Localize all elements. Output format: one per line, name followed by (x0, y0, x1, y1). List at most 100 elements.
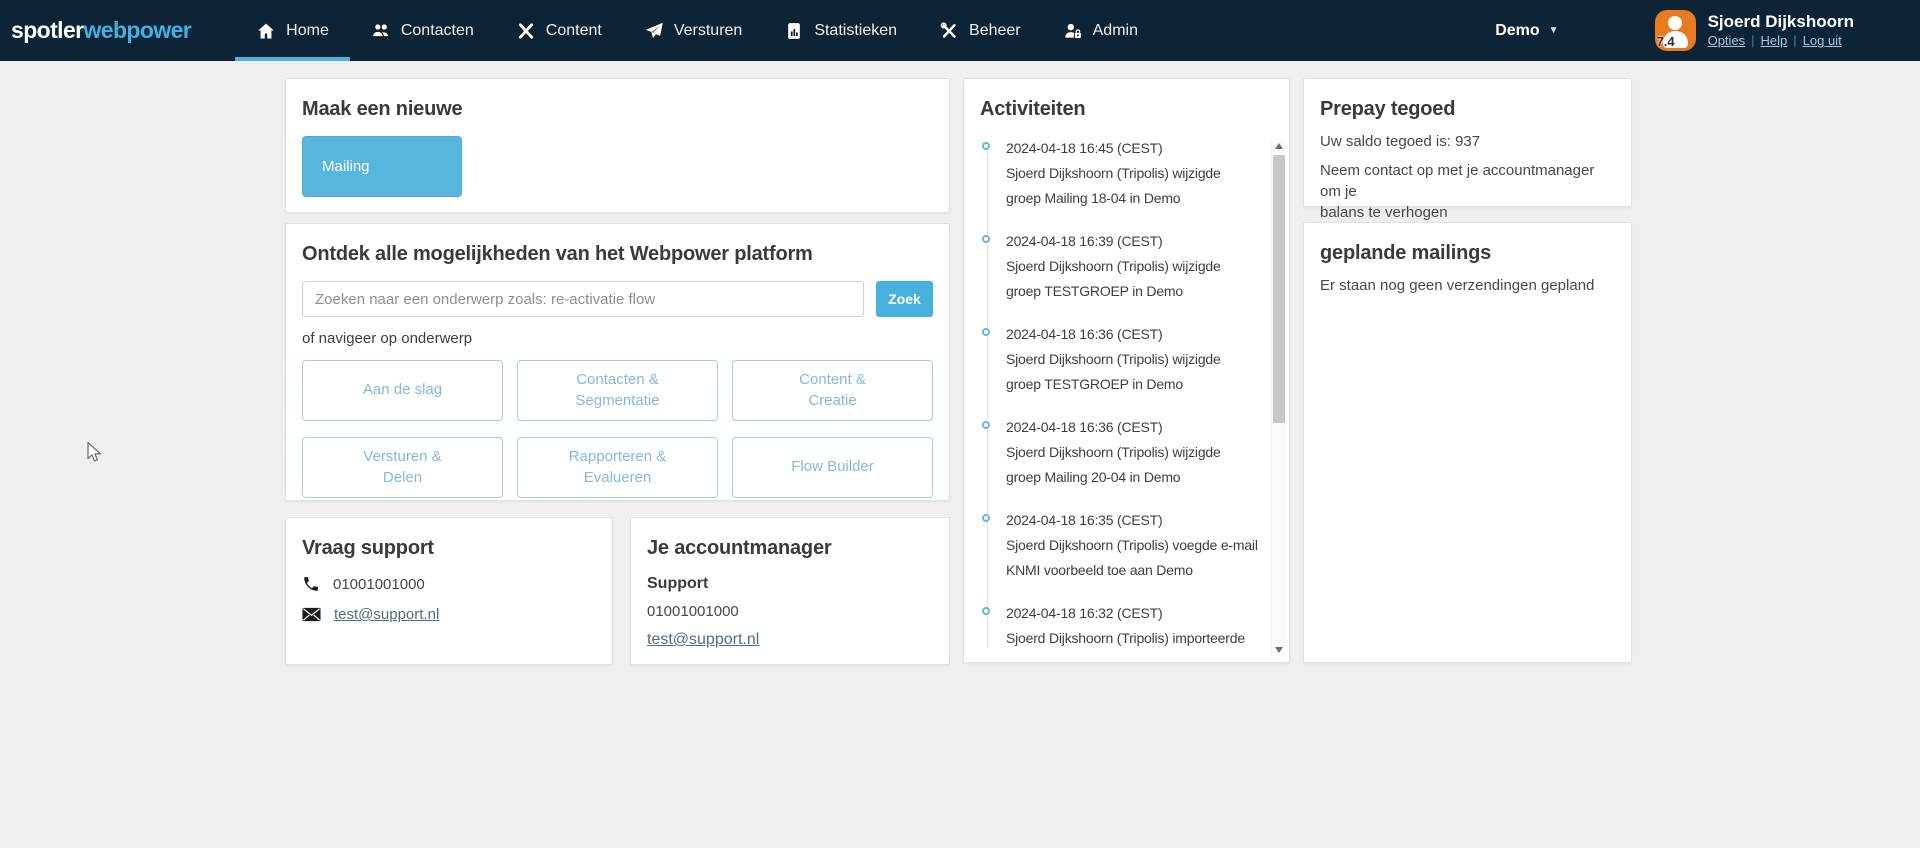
support-row: Vraag support 01001001000 test@support.n… (285, 517, 950, 665)
timeline-bullet-icon (982, 607, 990, 615)
topic-flow-builder[interactable]: Flow Builder (732, 437, 933, 498)
link-separator: | (1793, 33, 1796, 48)
activities-list: 2024-04-18 16:45 (CEST) Sjoerd Dijkshoor… (982, 136, 1281, 648)
user-meta: Sjoerd Dijkshoorn Opties | Help | Log ui… (1708, 10, 1854, 48)
user-name: Sjoerd Dijkshoorn (1708, 12, 1854, 31)
workspace-selector[interactable]: Demo ▼ (1495, 22, 1558, 40)
nav-item-home[interactable]: Home (235, 0, 350, 61)
help-link[interactable]: Help (1761, 33, 1788, 48)
activity-timestamp: 2024-04-18 16:36 (CEST) (1006, 415, 1281, 440)
scroll-down-arrow-icon[interactable] (1275, 647, 1283, 653)
logo-spotler: spotler (11, 17, 83, 43)
topic-aan-de-slag[interactable]: Aan de slag (302, 360, 503, 421)
topic-rapporteren-evalueren[interactable]: Rapporteren & Evalueren (517, 437, 718, 498)
link-separator: | (1751, 33, 1754, 48)
top-navbar: spotlerwebpower Home Contacten Content V… (0, 0, 1920, 61)
avatar-person-icon (1668, 16, 1682, 30)
prepay-card: Prepay tegoed Uw saldo tegoed is: 937 Ne… (1303, 78, 1632, 207)
planned-mailings-empty-text: Er staan nog geen verzendingen gepland (1320, 277, 1615, 294)
activity-item: 2024-04-18 16:36 (CEST) Sjoerd Dijkshoor… (982, 322, 1281, 397)
logout-link[interactable]: Log uit (1803, 33, 1842, 48)
accountmanager-email-link[interactable]: test@support.nl (647, 631, 759, 648)
nav-item-contacten[interactable]: Contacten (350, 0, 495, 61)
nav-item-admin[interactable]: Admin (1042, 0, 1159, 61)
statistics-icon (784, 21, 804, 41)
topic-versturen-delen[interactable]: Versturen & Delen (302, 437, 503, 498)
topic-content-creatie[interactable]: Content & Creatie (732, 360, 933, 421)
nav-item-label: Statistieken (814, 22, 897, 40)
nav-item-statistieken[interactable]: Statistieken (763, 0, 918, 61)
new-mailing-button[interactable]: Mailing (302, 136, 462, 197)
discover-title: Ontdek alle mogelijkheden van het Webpow… (302, 243, 933, 266)
workspace-label: Demo (1495, 22, 1539, 40)
accountmanager-title: Je accountmanager (647, 537, 933, 560)
activity-timestamp: 2024-04-18 16:32 (CEST) (1006, 601, 1281, 626)
scrollbar-thumb[interactable] (1273, 155, 1285, 423)
support-email-line: test@support.nl (302, 606, 596, 623)
scroll-up-arrow-icon[interactable] (1275, 143, 1283, 149)
activity-timestamp: 2024-04-18 16:36 (CEST) (1006, 322, 1281, 347)
planned-mailings-card: geplande mailings Er staan nog geen verz… (1303, 222, 1632, 663)
support-card: Vraag support 01001001000 test@support.n… (285, 517, 613, 665)
zoek-button[interactable]: Zoek (876, 281, 933, 317)
activity-description: Sjoerd Dijkshoorn (Tripolis) voegde e-ma… (1006, 533, 1281, 583)
prepay-title: Prepay tegoed (1320, 98, 1615, 121)
activity-description: Sjoerd Dijkshoorn (Tripolis) wijzigde gr… (1006, 254, 1281, 304)
nav-item-content[interactable]: Content (495, 0, 623, 61)
topic-contacten-segmentatie[interactable]: Contacten & Segmentatie (517, 360, 718, 421)
user-block: 7.4 Sjoerd Dijkshoorn Opties | Help | Lo… (1655, 10, 1854, 51)
prepay-balance: Uw saldo tegoed is: 937 (1320, 133, 1615, 150)
discover-card: Ontdek alle mogelijkheden van het Webpow… (285, 223, 950, 501)
prepay-note: Neem contact op met je accountmanager om… (1320, 160, 1615, 223)
topic-buttons: Aan de slag Contacten & Segmentatie Cont… (302, 360, 933, 498)
timeline-bullet-icon (982, 142, 990, 150)
activity-description: Sjoerd Dijkshoorn (Tripolis) wijzigde gr… (1006, 161, 1281, 211)
timeline-bullet-icon (982, 235, 990, 243)
admin-user-icon (1063, 21, 1083, 41)
activity-item: 2024-04-18 16:36 (CEST) Sjoerd Dijkshoor… (982, 415, 1281, 490)
nav-item-label: Admin (1093, 22, 1138, 40)
activity-item: 2024-04-18 16:32 (CEST) Sjoerd Dijkshoor… (982, 601, 1281, 648)
nav-item-label: Contacten (401, 22, 474, 40)
nav-item-beheer[interactable]: Beheer (918, 0, 1042, 61)
avatar: 7.4 (1655, 10, 1696, 51)
accountmanager-name: Support (647, 575, 933, 593)
nav-item-versturen[interactable]: Versturen (623, 0, 763, 61)
email-icon (302, 607, 321, 622)
activities-scrollbar[interactable] (1271, 140, 1286, 656)
activity-item: 2024-04-18 16:39 (CEST) Sjoerd Dijkshoor… (982, 229, 1281, 304)
chevron-down-icon: ▼ (1549, 25, 1559, 36)
mouse-cursor (83, 441, 105, 465)
accountmanager-card: Je accountmanager Support 01001001000 te… (630, 517, 950, 665)
timeline-bullet-icon (982, 514, 990, 522)
create-new-title: Maak een nieuwe (302, 98, 933, 121)
activity-timestamp: 2024-04-18 16:45 (CEST) (1006, 136, 1281, 161)
timeline-bullet-icon (982, 421, 990, 429)
contacts-icon (371, 21, 391, 41)
opties-link[interactable]: Opties (1708, 33, 1746, 48)
activity-description: Sjoerd Dijkshoorn (Tripolis) wijzigde gr… (1006, 440, 1281, 490)
main-navigation: Home Contacten Content Versturen Statist… (235, 0, 1159, 61)
support-phone-line: 01001001000 (302, 575, 596, 593)
nav-item-label: Content (546, 22, 602, 40)
support-email-link[interactable]: test@support.nl (334, 606, 439, 623)
navbar-right: Demo ▼ 7.4 Sjoerd Dijkshoorn Opties | He… (1495, 10, 1920, 51)
home-icon (256, 21, 276, 41)
accountmanager-phone: 01001001000 (647, 603, 933, 620)
user-links: Opties | Help | Log uit (1708, 33, 1854, 48)
avatar-version-badge: 7.4 (1657, 34, 1675, 49)
nav-item-label: Versturen (674, 22, 742, 40)
nav-item-label: Beheer (969, 22, 1021, 40)
activity-timestamp: 2024-04-18 16:35 (CEST) (1006, 508, 1281, 533)
nav-item-label: Home (286, 22, 329, 40)
activity-description: Sjoerd Dijkshoorn (Tripolis) wijzigde gr… (1006, 347, 1281, 397)
dashboard-content: Maak een nieuwe Mailing Ontdek alle moge… (285, 78, 1632, 665)
topic-search-input[interactable] (302, 281, 864, 317)
activity-item: 2024-04-18 16:35 (CEST) Sjoerd Dijkshoor… (982, 508, 1281, 583)
activities-card: Activiteiten 2024-04-18 16:45 (CEST) Sjo… (963, 78, 1290, 663)
planned-mailings-title: geplande mailings (1320, 242, 1615, 265)
tools-icon (939, 21, 959, 41)
phone-icon (302, 575, 320, 593)
support-phone: 01001001000 (333, 576, 425, 593)
spotler-webpower-logo[interactable]: spotlerwebpower (11, 17, 191, 44)
